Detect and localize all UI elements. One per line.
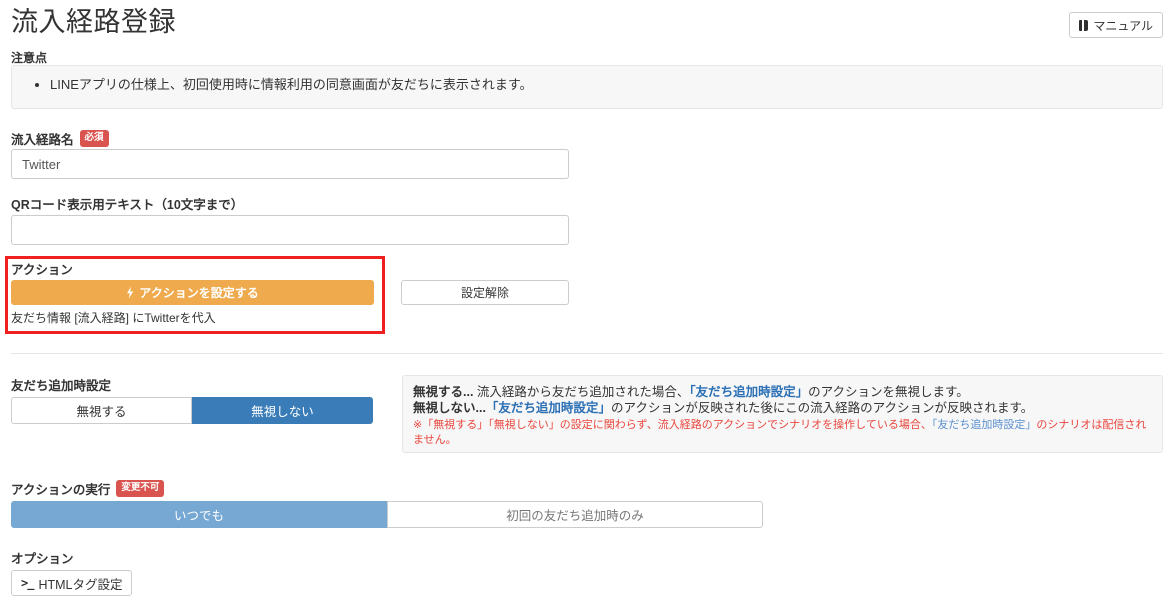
info-line-not-ignore-text: のアクションが反映された後にこの流入経路のアクションが反映されます。 xyxy=(610,401,1034,415)
action-execution-label: アクションの実行 変更不可 xyxy=(11,479,165,498)
options-label: オプション xyxy=(11,548,74,567)
action-execution-option-anytime-label: いつでも xyxy=(173,509,224,523)
action-execution-label-text: アクションの実行 xyxy=(11,483,111,497)
clear-action-button-label: 設定解除 xyxy=(460,286,509,300)
notice-label: 注意点 xyxy=(11,51,48,65)
info-line-not-ignore-bold: 無視しない... xyxy=(413,401,486,415)
notice-box: LINEアプリの仕様上、初回使用時に情報利用の同意画面が友だちに表示されます。 xyxy=(11,65,1163,109)
friend-add-option-ignore[interactable]: 無視する xyxy=(11,397,192,424)
info-line-not-ignore-link[interactable]: 「友だち追加時設定」 xyxy=(486,401,611,415)
action-description: 友だち情報 [流入経路] にTwitterを代入 xyxy=(11,311,216,325)
info-warning-link[interactable]: 「友だち追加時設定」 xyxy=(932,419,1037,431)
list-item: LINEアプリの仕様上、初回使用時に情報利用の同意画面が友だちに表示されます。 xyxy=(50,77,1162,93)
route-name-label-text: 流入経路名 xyxy=(11,133,74,147)
action-label: アクション xyxy=(11,259,73,278)
page-title: 流入経路登録 xyxy=(11,7,176,37)
locked-badge: 変更不可 xyxy=(116,480,165,497)
manual-button-label: マニュアル xyxy=(1093,18,1153,33)
friend-add-setting-label: 友だち追加時設定 xyxy=(11,375,111,394)
info-line-ignore: 無視する... 流入経路から友だち追加された場合、「友だち追加時設定」のアクショ… xyxy=(413,384,1152,400)
html-tag-settings-button-label: HTMLタグ設定 xyxy=(38,577,123,592)
route-name-label: 流入経路名 必須 xyxy=(11,129,109,148)
info-line-ignore-link[interactable]: 「友だち追加時設定」 xyxy=(689,385,808,399)
book-icon xyxy=(1079,19,1089,31)
bolt-icon xyxy=(127,286,134,299)
qr-text-label-text: QRコード表示用テキスト（10文字まで） xyxy=(11,198,244,212)
friend-add-setting-toggle-group: 無視する 無視しない xyxy=(11,397,373,424)
friend-add-option-not-ignore[interactable]: 無視しない xyxy=(192,397,373,424)
terminal-icon: >_ xyxy=(21,576,34,590)
required-badge: 必須 xyxy=(79,130,109,147)
info-line-ignore-text-b: のアクションを無視します。 xyxy=(808,385,969,399)
html-tag-settings-button[interactable]: >_ HTMLタグ設定 xyxy=(11,570,133,596)
action-label-text: アクション xyxy=(11,263,73,277)
action-execution-option-first-add-only-label: 初回の友だち追加時のみ xyxy=(506,509,644,523)
friend-add-setting-label-text: 友だち追加時設定 xyxy=(11,379,112,393)
qr-text-label: QRコード表示用テキスト（10文字まで） xyxy=(11,194,243,213)
qr-text-input[interactable] xyxy=(11,215,569,245)
info-line-ignore-bold: 無視する... xyxy=(413,385,474,399)
route-name-input[interactable] xyxy=(11,149,569,179)
options-label-text: オプション xyxy=(11,552,74,566)
set-action-button[interactable]: アクションを設定する xyxy=(11,280,374,305)
friend-add-option-not-ignore-label: 無視しない xyxy=(251,405,314,419)
clear-action-button[interactable]: 設定解除 xyxy=(401,280,569,305)
notice-list: LINEアプリの仕様上、初回使用時に情報利用の同意画面が友だちに表示されます。 xyxy=(12,66,1162,93)
friend-add-info-panel: 無視する... 流入経路から友だち追加された場合、「友だち追加時設定」のアクショ… xyxy=(402,375,1163,453)
friend-add-option-ignore-label: 無視する xyxy=(76,405,127,419)
info-line-not-ignore: 無視しない...「友だち追加時設定」のアクションが反映された後にこの流入経路のア… xyxy=(413,400,1152,416)
action-execution-option-anytime[interactable]: いつでも xyxy=(11,501,387,528)
action-execution-toggle-group: いつでも 初回の友だち追加時のみ xyxy=(11,501,763,528)
set-action-button-label: アクションを設定する xyxy=(139,286,259,300)
section-divider xyxy=(11,353,1163,354)
info-line-ignore-text-a: 流入経路から友だち追加された場合、 xyxy=(473,385,690,399)
info-warning-text-a: ※「無視する」「無視しない」の設定に関わらず、流入経路のアクションでシナリオを操… xyxy=(413,419,932,431)
manual-button[interactable]: マニュアル xyxy=(1069,12,1163,38)
inflow-route-registration-page: 流入経路登録 マニュアル 注意点 LINEアプリの仕様上、初回使用時に情報利用の… xyxy=(0,0,1175,606)
action-execution-option-first-add-only[interactable]: 初回の友だち追加時のみ xyxy=(387,501,763,528)
info-warning-line: ※「無視する」「無視しない」の設定に関わらず、流入経路のアクションでシナリオを操… xyxy=(413,418,1152,448)
